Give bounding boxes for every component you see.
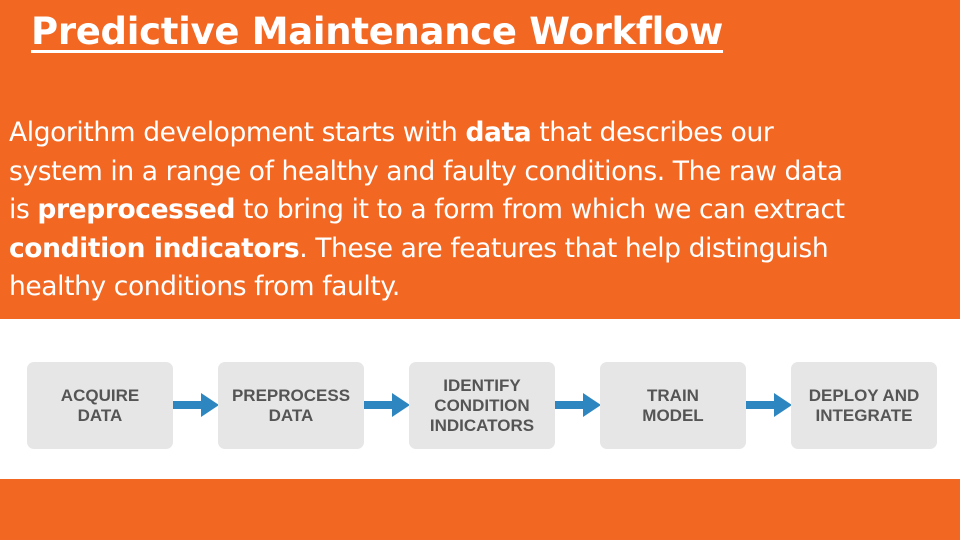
slide-title: Predictive Maintenance Workflow [31,10,724,53]
arrow-right-icon [364,393,410,417]
keyword-preprocessed: preprocessed [37,194,236,225]
paragraph-line-3: is preprocessed to bring it to a form fr… [9,194,845,225]
arrow-right-icon [746,393,792,417]
step-label: IDENTIFY CONDITION INDICATORS [429,375,535,435]
keyword-condition-indicators: condition indicators [9,232,300,264]
paragraph-line-1: Algorithm development starts with data t… [9,117,774,148]
step-label: PREPROCESS DATA [231,385,351,425]
arrow-right-icon [173,393,219,417]
paragraph-line-4: condition indicators. These are features… [9,232,829,264]
paragraph-line-2: system in a range of healthy and faulty … [9,155,843,187]
intro-paragraph: Algorithm development starts with data t… [9,114,949,307]
arrow-right-icon [555,393,601,417]
step-identify-condition-indicators: IDENTIFY CONDITION INDICATORS [409,362,555,449]
step-preprocess-data: PREPROCESS DATA [218,362,364,449]
step-acquire-data: ACQUIRE DATA [27,362,173,449]
workflow-diagram: ACQUIRE DATA PREPROCESS DATA IDENTIFY CO… [0,319,960,479]
step-label: ACQUIRE DATA [60,385,140,425]
step-label: DEPLOY AND INTEGRATE [808,385,920,425]
keyword-data: data [465,117,532,148]
paragraph-line-5: healthy conditions from faulty. [9,271,400,302]
step-deploy-and-integrate: DEPLOY AND INTEGRATE [791,362,937,449]
step-label: TRAIN MODEL [642,385,704,425]
step-train-model: TRAIN MODEL [600,362,746,449]
